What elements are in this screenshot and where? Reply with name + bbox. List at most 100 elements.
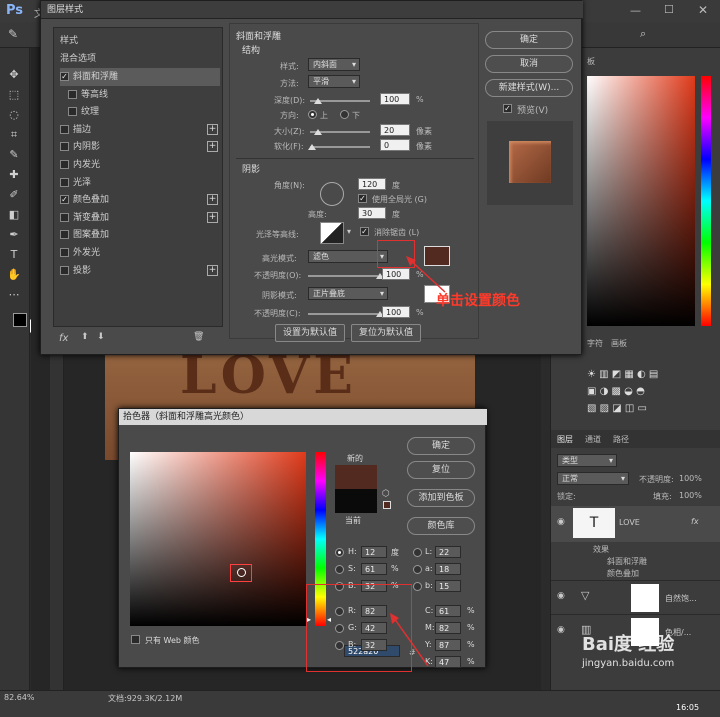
highlight-mode-select[interactable]: 滤色 bbox=[308, 250, 388, 263]
tab-paths[interactable]: 路径 bbox=[613, 434, 629, 445]
depth-slider-knob[interactable] bbox=[314, 98, 322, 104]
style-item[interactable]: 投影 + bbox=[60, 262, 220, 280]
color-panel-field[interactable] bbox=[587, 76, 695, 326]
color-cursor[interactable] bbox=[237, 568, 246, 577]
style-item-checkbox[interactable] bbox=[60, 124, 69, 134]
style-item[interactable]: 光泽 bbox=[60, 174, 220, 192]
add-style-icon[interactable]: + bbox=[207, 264, 218, 276]
style-item-checkbox[interactable] bbox=[60, 160, 69, 169]
style-item-checkbox[interactable] bbox=[60, 230, 69, 240]
direction-up-radio[interactable] bbox=[308, 110, 317, 119]
gloss-contour-picker[interactable] bbox=[320, 222, 344, 244]
effect-bevel[interactable]: 斜面和浮雕 bbox=[607, 556, 647, 567]
antialias-checkbox[interactable]: ✓ bbox=[360, 227, 369, 236]
maximize-icon[interactable]: ☐ bbox=[664, 3, 674, 16]
lasso-tool-icon[interactable]: ◌ bbox=[7, 108, 21, 122]
style-item[interactable]: 图案叠加 bbox=[60, 226, 220, 244]
move-down-icon[interactable]: ⬇ bbox=[97, 332, 105, 342]
field-input-Y[interactable]: 87 bbox=[435, 639, 461, 651]
foreground-color-swatch[interactable] bbox=[13, 313, 27, 327]
style-item-checkbox[interactable] bbox=[60, 212, 69, 222]
angle-dial[interactable] bbox=[320, 182, 344, 206]
style-item[interactable]: 纹理 bbox=[68, 103, 228, 121]
field-input-s[interactable]: 61 bbox=[361, 563, 387, 575]
shadow-mode-select[interactable]: 正片叠底 bbox=[308, 287, 388, 300]
shadow-opacity-slider[interactable] bbox=[308, 313, 378, 315]
fx-menu-button[interactable]: fx bbox=[59, 333, 68, 344]
field-input-M[interactable]: 82 bbox=[435, 622, 461, 634]
layer-row-love[interactable]: ◉ T LOVE fx bbox=[551, 506, 720, 542]
search-icon[interactable]: ⌕ bbox=[640, 27, 646, 41]
altitude-input[interactable]: 30 bbox=[358, 207, 386, 219]
style-item-checkbox[interactable] bbox=[60, 248, 69, 257]
trash-icon[interactable]: 🗑 bbox=[193, 332, 204, 342]
fill-value[interactable]: 100% bbox=[679, 491, 702, 500]
style-item[interactable]: 内发光 bbox=[60, 156, 220, 174]
angle-input[interactable]: 120 bbox=[358, 178, 386, 190]
color-libraries-button[interactable]: 颜色库 bbox=[407, 517, 475, 535]
picker-reset-button[interactable]: 复位 bbox=[407, 461, 475, 479]
healing-tool-icon[interactable]: ✚ bbox=[7, 168, 21, 182]
new-style-button[interactable]: 新建样式(W)... bbox=[485, 79, 573, 97]
soften-input[interactable]: 0 bbox=[380, 139, 410, 151]
current-color-swatch[interactable] bbox=[335, 489, 377, 513]
style-item-checkbox[interactable] bbox=[60, 265, 69, 275]
set-default-button[interactable]: 设置为默认值 bbox=[275, 324, 345, 342]
field-input-K[interactable]: 47 bbox=[435, 656, 461, 668]
tab-swatches[interactable]: 板 bbox=[587, 56, 595, 67]
preview-checkbox[interactable]: ✓ bbox=[503, 104, 512, 113]
ok-button[interactable]: 确定 bbox=[485, 31, 573, 49]
crop-tool-icon[interactable]: ⌗ bbox=[7, 128, 21, 142]
tab-channels[interactable]: 通道 bbox=[585, 434, 601, 445]
opacity-value[interactable]: 100% bbox=[679, 474, 702, 483]
visibility-eye-icon[interactable]: ◉ bbox=[557, 517, 565, 527]
reset-default-button[interactable]: 复位为默认值 bbox=[351, 324, 421, 342]
picker-ok-button[interactable]: 确定 bbox=[407, 437, 475, 455]
chevron-down-icon[interactable]: ▾ bbox=[347, 227, 351, 236]
soften-slider[interactable] bbox=[310, 146, 370, 148]
field-radio-b[interactable] bbox=[413, 582, 422, 591]
visibility-eye-icon[interactable]: ◉ bbox=[557, 625, 565, 635]
size-input[interactable]: 20 bbox=[380, 124, 410, 136]
field-radio-s[interactable] bbox=[335, 565, 344, 574]
style-item-checkbox[interactable] bbox=[68, 107, 77, 117]
zoom-level[interactable]: 82.64% bbox=[4, 693, 35, 702]
web-safe-swatch[interactable] bbox=[383, 501, 391, 509]
hand-tool-icon[interactable]: ✋ bbox=[7, 268, 21, 282]
tab-layers[interactable]: 图层 bbox=[557, 434, 573, 445]
style-item-checkbox[interactable]: ✓ bbox=[60, 72, 69, 81]
layer-row-vibrance[interactable]: ◉ ▽ 自然饱... bbox=[551, 580, 720, 614]
color-panel-hue[interactable] bbox=[701, 76, 711, 326]
style-item-checkbox[interactable] bbox=[60, 177, 69, 187]
add-style-icon[interactable]: + bbox=[207, 194, 218, 206]
add-style-icon[interactable]: + bbox=[207, 211, 218, 223]
eyedropper-tool-icon[interactable]: ✎ bbox=[7, 148, 21, 162]
adjustment-icons[interactable]: ☀ ▥ ◩ ▦ ◐ ▤ ▣ ◑ ▩ ◒ ◓ ▧ ▨ ◪ ◫ ▭ bbox=[587, 366, 697, 416]
style-item[interactable]: 外发光 bbox=[60, 244, 220, 262]
field-input-b[interactable]: 15 bbox=[435, 580, 461, 592]
style-item[interactable]: 内阴影 + bbox=[60, 138, 220, 156]
brush-tool-icon[interactable]: ✐ bbox=[7, 188, 21, 202]
highlight-opacity-slider[interactable] bbox=[308, 275, 378, 277]
effect-color-overlay[interactable]: 颜色叠加 bbox=[607, 568, 639, 579]
cancel-button[interactable]: 取消 bbox=[485, 55, 573, 73]
minimize-icon[interactable]: — bbox=[630, 4, 641, 17]
pen-tool-icon[interactable]: ✒ bbox=[7, 228, 21, 242]
field-radio-L[interactable] bbox=[413, 548, 422, 557]
style-item-checkbox[interactable] bbox=[60, 142, 69, 152]
eyedropper-icon[interactable]: ✎ bbox=[8, 27, 18, 41]
style-item[interactable]: ✓ 颜色叠加 + bbox=[60, 191, 220, 209]
bevel-style-select[interactable]: 内斜面 bbox=[308, 58, 360, 71]
soften-slider-knob[interactable] bbox=[308, 144, 316, 150]
depth-input[interactable]: 100 bbox=[380, 93, 410, 105]
visibility-eye-icon[interactable]: ◉ bbox=[557, 591, 565, 601]
shadow-opacity-input[interactable]: 100 bbox=[382, 306, 410, 318]
bevel-method-select[interactable]: 平滑 bbox=[308, 75, 360, 88]
field-radio-h[interactable] bbox=[335, 548, 344, 557]
style-item[interactable]: 渐变叠加 + bbox=[60, 209, 220, 227]
style-item[interactable]: ✓ 斜面和浮雕 bbox=[60, 68, 220, 86]
web-only-checkbox[interactable] bbox=[131, 635, 140, 644]
global-light-checkbox[interactable]: ✓ bbox=[358, 194, 367, 203]
color-field[interactable] bbox=[130, 452, 306, 626]
move-up-icon[interactable]: ⬆ bbox=[81, 332, 89, 342]
